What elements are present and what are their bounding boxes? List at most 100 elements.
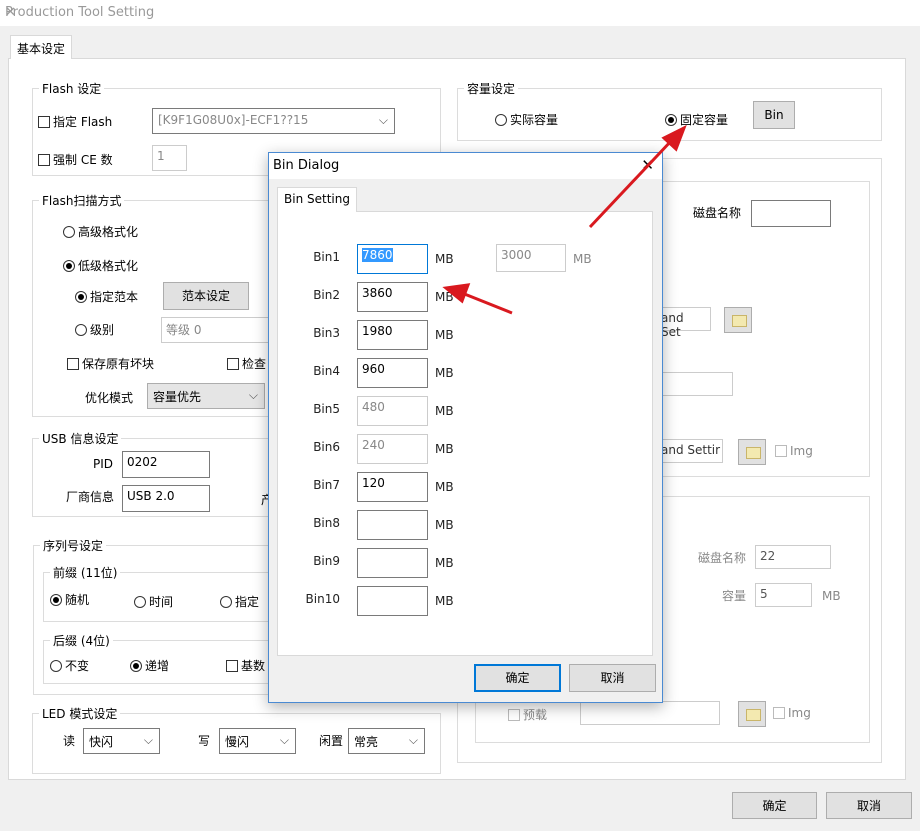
opt-mode-select[interactable]: 容量优先 ⌵	[147, 383, 265, 409]
group-label: 后缀 (4位)	[50, 632, 113, 649]
preload-checkbox[interactable]: 预载	[508, 706, 547, 723]
specify-sample-radio[interactable]: 指定范本	[75, 288, 138, 305]
bin-label: Bin4	[313, 364, 340, 378]
preload-input[interactable]	[580, 701, 720, 725]
write-label: 写	[198, 734, 211, 748]
unchanged-radio[interactable]: 不变	[50, 657, 89, 674]
bin-unit: MB	[435, 252, 454, 266]
chevron-down-icon: ⌵	[408, 733, 418, 747]
bin-label: Bin1	[313, 250, 340, 264]
level-input[interactable]: 等级 0	[161, 317, 281, 343]
vendor-label: 厂商信息	[66, 490, 115, 504]
capacity-group: 容量设定 实际容量 固定容量 Bin	[457, 80, 882, 141]
folder-icon[interactable]	[724, 307, 752, 333]
close-icon[interactable]: ✕	[641, 156, 654, 174]
group-label: Flash扫描方式	[39, 192, 125, 209]
bin-tab-page: Bin1 7860 MB Bin2 3860 MB Bin3 1980 MB Bin4…	[277, 211, 653, 656]
bin-button[interactable]: Bin	[753, 101, 795, 129]
dialog-ok-button[interactable]: 确定	[474, 664, 561, 692]
disk-name-label: 磁盘名称	[698, 551, 747, 565]
bin-input[interactable]: 3860	[357, 282, 428, 312]
chevron-down-icon: ⌵	[279, 733, 289, 747]
img-checkbox[interactable]: Img	[773, 706, 811, 720]
read-select[interactable]: 快闪 ⌵	[83, 728, 160, 754]
group-label: Flash 设定	[39, 80, 105, 97]
bin-unit: MB	[435, 518, 454, 532]
bin-input[interactable]: 120	[357, 472, 428, 502]
keep-bad-blocks-checkbox[interactable]: 保存原有坏块	[67, 355, 154, 372]
write-select[interactable]: 慢闪 ⌵	[219, 728, 296, 754]
capacity-input[interactable]: 5	[755, 583, 812, 607]
low-format-radio[interactable]: 低级格式化	[63, 257, 138, 274]
dialog-title: Bin Dialog	[273, 158, 340, 173]
flash-select[interactable]: [K9F1G08U0x]-ECF1??15 ⌵	[152, 108, 395, 134]
check-checkbox[interactable]: 检查	[227, 355, 266, 372]
level-radio[interactable]: 级别	[75, 321, 114, 338]
bin-input[interactable]: 960	[357, 358, 428, 388]
bin-input[interactable]: 480	[357, 396, 428, 426]
bin-dialog: Bin Dialog ✕ Bin Setting Bin1 7860 MB Bin…	[268, 152, 663, 703]
bin-unit: MB	[435, 328, 454, 342]
bin-input[interactable]	[357, 586, 428, 616]
tab-basic-settings[interactable]: 基本设定	[10, 35, 73, 59]
folder-icon[interactable]	[738, 701, 766, 727]
vendor-input[interactable]: USB 2.0	[122, 485, 210, 512]
bin-label: Bin2	[313, 288, 340, 302]
cancel-button[interactable]: 取消	[826, 792, 912, 819]
disk-name-input[interactable]	[751, 200, 831, 227]
bin-label: Bin6	[313, 440, 340, 454]
bin-label: Bin3	[313, 326, 340, 340]
odd-checkbox[interactable]: 基数	[226, 657, 265, 674]
folder-icon[interactable]	[738, 439, 766, 465]
group-label: USB 信息设定	[39, 430, 122, 447]
close-icon[interactable]: ✕	[5, 5, 910, 20]
ce-count-input[interactable]: 1	[152, 145, 187, 171]
ok-button[interactable]: 确定	[732, 792, 817, 819]
chevron-down-icon: ⌵	[143, 733, 153, 747]
title-bar: Production Tool Setting ✕	[0, 0, 920, 26]
bin-label: Bin10	[305, 592, 340, 606]
high-format-radio[interactable]: 高级格式化	[63, 223, 138, 240]
img-checkbox[interactable]: Img	[775, 444, 813, 458]
bin-label: Bin7	[313, 478, 340, 492]
specify-radio[interactable]: 指定	[220, 593, 259, 610]
dialog-title-bar: Bin Dialog ✕	[269, 153, 662, 179]
command-setting-input[interactable]: and Settir	[656, 439, 723, 463]
tab-bin-setting[interactable]: Bin Setting	[277, 187, 357, 212]
specify-flash-checkbox[interactable]: 指定 Flash	[38, 113, 112, 130]
group-label: 前缀 (11位)	[50, 564, 121, 581]
chevron-down-icon: ⌵	[248, 388, 258, 402]
pid-input[interactable]: 0202	[122, 451, 210, 478]
bin-input[interactable]: 7860	[357, 244, 428, 274]
opt-mode-label: 优化模式	[85, 391, 134, 405]
fixed-capacity-radio[interactable]: 固定容量	[665, 111, 728, 128]
time-radio[interactable]: 时间	[134, 593, 173, 610]
disk-name-label: 磁盘名称	[693, 206, 742, 220]
extra-unit: MB	[573, 252, 592, 266]
bin-input[interactable]	[357, 548, 428, 578]
actual-capacity-radio[interactable]: 实际容量	[495, 111, 558, 128]
bin-label: Bin9	[313, 554, 340, 568]
idle-select[interactable]: 常亮 ⌵	[348, 728, 425, 754]
random-radio[interactable]: 随机	[50, 591, 89, 608]
capacity-label: 容量	[722, 589, 747, 603]
bin-input[interactable]	[357, 510, 428, 540]
command-set-input[interactable]: and Set	[656, 307, 711, 339]
bin-input[interactable]: 240	[357, 434, 428, 464]
pid-label: PID	[93, 457, 114, 471]
chevron-down-icon: ⌵	[378, 113, 388, 127]
field-input[interactable]	[656, 372, 733, 396]
extra-capacity-input[interactable]: 3000	[496, 244, 566, 272]
read-label: 读	[63, 734, 76, 748]
sample-setting-button[interactable]: 范本设定	[163, 282, 249, 310]
group-label: LED 模式设定	[39, 705, 121, 722]
bin-unit: MB	[435, 442, 454, 456]
dialog-cancel-button[interactable]: 取消	[569, 664, 656, 692]
bin-unit: MB	[435, 404, 454, 418]
force-ce-checkbox[interactable]: 强制 CE 数	[38, 151, 113, 168]
bin-input[interactable]: 1980	[357, 320, 428, 350]
idle-label: 闲置	[319, 734, 344, 748]
increment-radio[interactable]: 递增	[130, 657, 169, 674]
bin-label: Bin5	[313, 402, 340, 416]
disk-name-input[interactable]: 22	[755, 545, 831, 569]
